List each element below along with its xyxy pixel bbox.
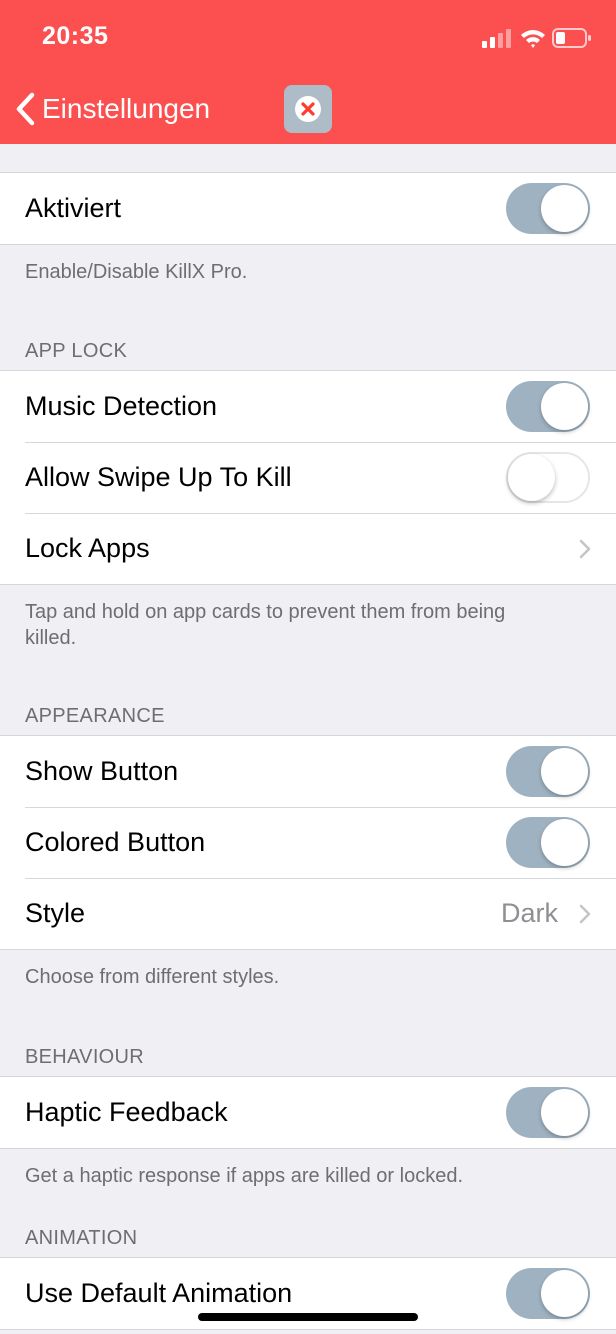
- appearance-footer: Choose from different styles.: [25, 966, 280, 988]
- allow-swipe-toggle[interactable]: [506, 452, 590, 503]
- cell-style[interactable]: Style Dark: [0, 878, 616, 949]
- cellular-signal-icon: [482, 29, 511, 48]
- lock-apps-label: Lock Apps: [25, 533, 150, 563]
- haptic-feedback-label: Haptic Feedback: [25, 1097, 228, 1127]
- status-bar: 20:35: [0, 0, 616, 72]
- cell-haptic-feedback: Haptic Feedback: [0, 1077, 616, 1148]
- group-behaviour: Haptic Feedback: [0, 1076, 616, 1149]
- show-button-label: Show Button: [25, 756, 179, 786]
- group-appearance: Show Button Colored Button Style Dark: [0, 735, 616, 950]
- animation-header: ANIMATION: [25, 1227, 138, 1249]
- home-indicator[interactable]: [198, 1313, 418, 1321]
- back-button[interactable]: Einstellungen: [14, 90, 210, 128]
- group-app-lock: Music Detection Allow Swipe Up To Kill L…: [0, 370, 616, 585]
- appearance-header: APPEARANCE: [25, 705, 165, 727]
- close-button[interactable]: [284, 85, 332, 133]
- music-detection-label: Music Detection: [25, 391, 218, 421]
- back-chevron-icon: [16, 92, 35, 126]
- cell-aktiviert: Aktiviert: [0, 173, 616, 244]
- status-time: 20:35: [42, 22, 109, 50]
- wifi-icon: [521, 30, 545, 48]
- colored-button-toggle[interactable]: [506, 817, 590, 868]
- style-label: Style: [25, 898, 86, 928]
- aktiviert-label: Aktiviert: [25, 193, 122, 223]
- navigation-bar: Einstellungen: [0, 72, 616, 144]
- battery-icon: [552, 28, 591, 48]
- haptic-feedback-toggle[interactable]: [506, 1087, 590, 1138]
- music-detection-toggle[interactable]: [506, 381, 590, 432]
- disclosure-chevron-icon: [579, 539, 591, 559]
- style-value: Dark: [500, 898, 558, 928]
- show-button-toggle[interactable]: [506, 746, 590, 797]
- cell-music-detection: Music Detection: [0, 371, 616, 442]
- group-main: Aktiviert: [0, 172, 616, 245]
- colored-button-label: Colored Button: [25, 827, 206, 857]
- allow-swipe-label: Allow Swipe Up To Kill: [25, 462, 292, 492]
- cell-allow-swipe: Allow Swipe Up To Kill: [0, 442, 616, 513]
- app-lock-header: APP LOCK: [25, 340, 128, 362]
- app-lock-footer: Tap and hold on app cards to prevent the…: [25, 601, 506, 649]
- cell-lock-apps[interactable]: Lock Apps: [0, 513, 616, 584]
- main-footer: Enable/Disable KillX Pro.: [25, 261, 248, 283]
- default-animation-label: Use Default Animation: [25, 1278, 293, 1308]
- close-x-icon: [295, 96, 321, 122]
- cell-colored-button: Colored Button: [0, 807, 616, 878]
- cell-show-button: Show Button: [0, 736, 616, 807]
- settings-list: Aktiviert Enable/Disable KillX Pro. APP …: [0, 144, 616, 1330]
- behaviour-footer: Get a haptic response if apps are killed…: [25, 1165, 464, 1187]
- disclosure-chevron-icon: [579, 904, 591, 924]
- default-animation-toggle[interactable]: [506, 1268, 590, 1319]
- back-label: Einstellungen: [42, 93, 211, 124]
- aktiviert-toggle[interactable]: [506, 183, 590, 234]
- behaviour-header: BEHAVIOUR: [25, 1046, 145, 1068]
